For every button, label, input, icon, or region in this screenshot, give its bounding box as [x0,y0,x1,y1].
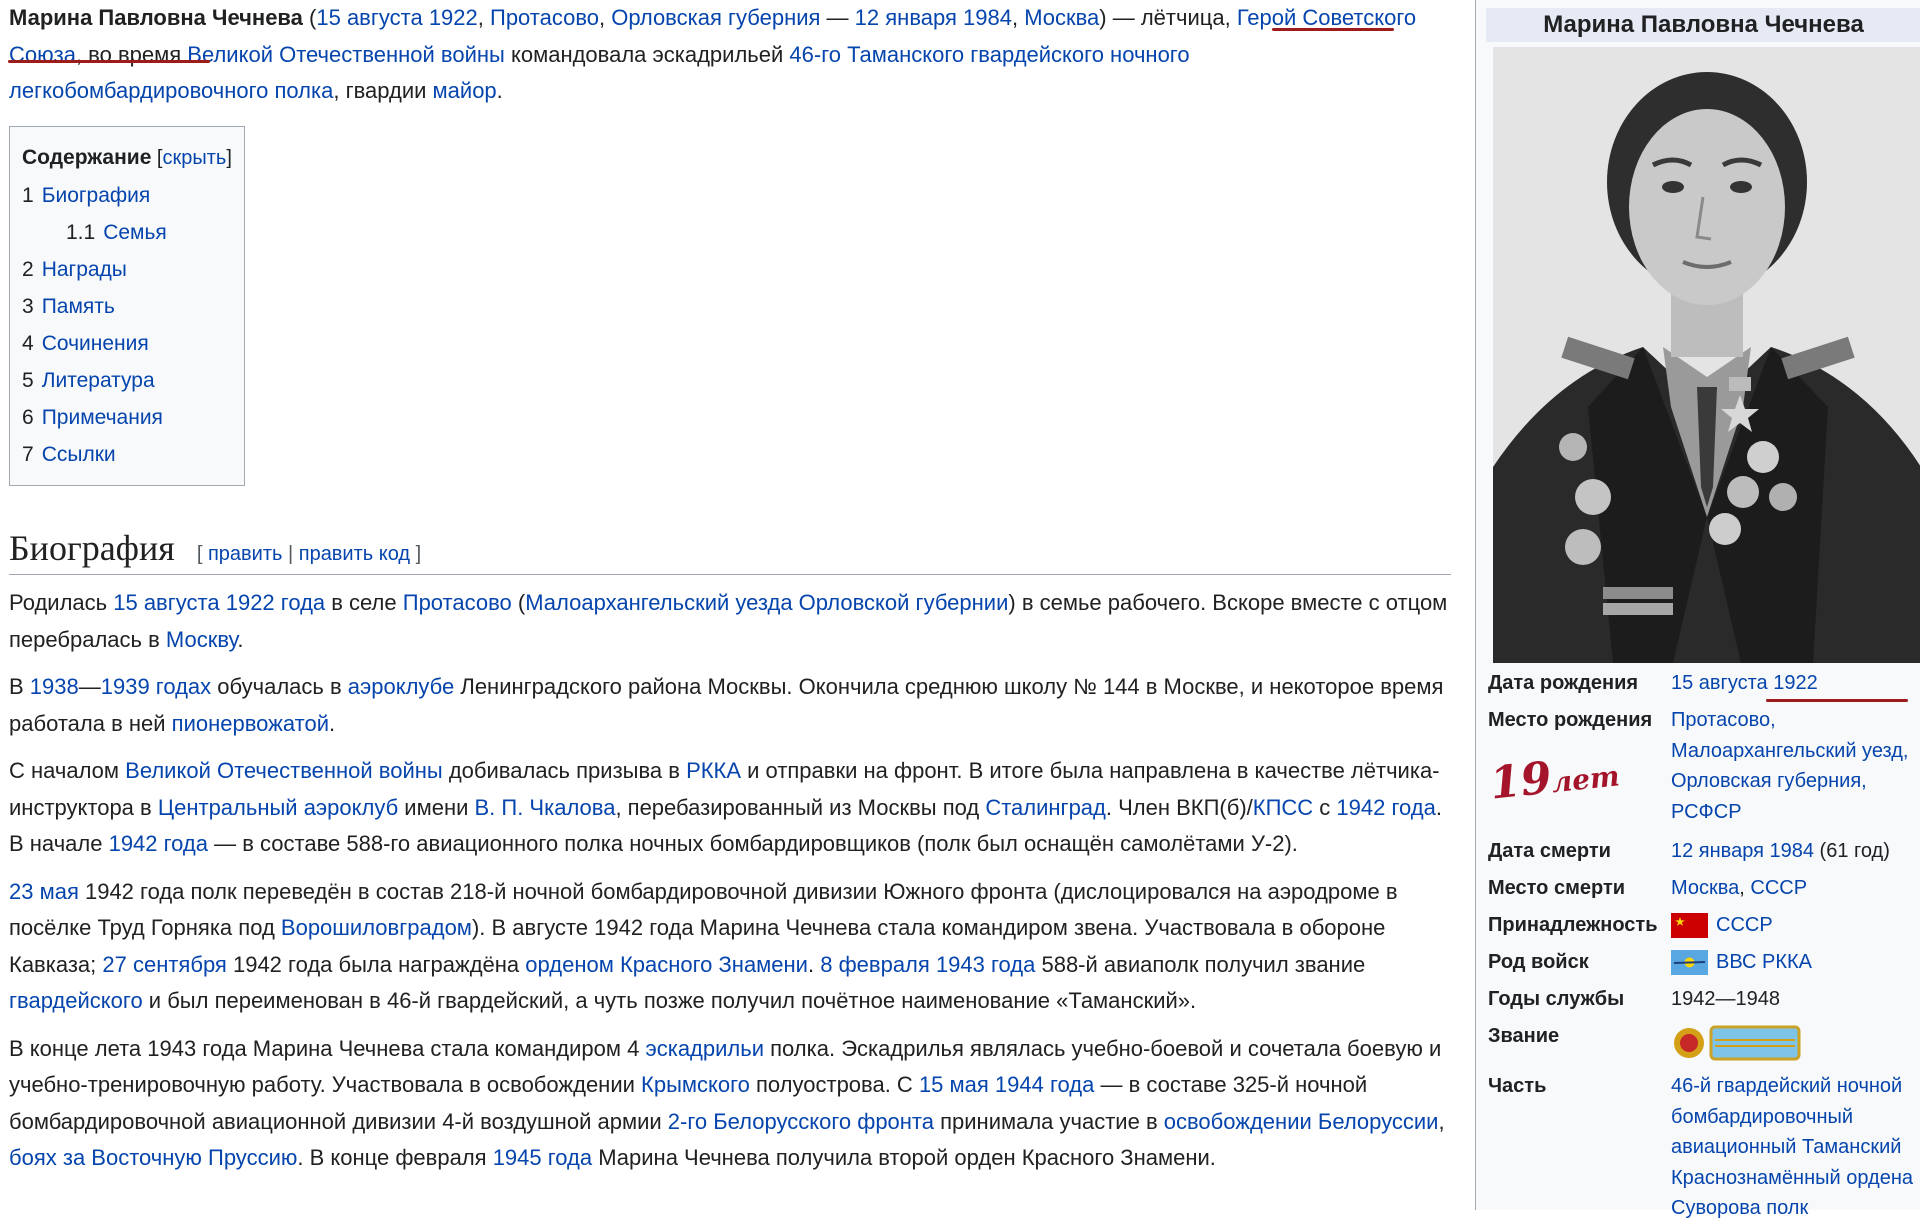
infobox-row-rank: Звание [1488,1021,1918,1075]
edit-link[interactable]: править [208,543,282,565]
portrait-photo [1493,47,1920,663]
link-governorate[interactable]: Орловская губерния [611,5,820,30]
edit-source-link[interactable]: править код [299,543,410,565]
annotation-underline-hero-2 [8,60,210,63]
infobox-row-branch: Род войск ВВС РККА [1488,947,1918,978]
toc-item[interactable]: 3 Память [22,288,232,325]
paragraph: Родилась 15 августа 1922 года в селе Про… [9,590,1448,652]
annotation-underline-birth-year [1766,699,1908,702]
toc-item[interactable]: 7 Ссылки [22,436,232,473]
infobox-row-unit: Часть 46-й гвардейский ночной бомбардиро… [1488,1075,1913,1219]
article-body: Марина Павловна Чечнева (15 августа 1922… [9,0,1451,1188]
section-title: Биография [9,527,175,568]
link-great-patriotic-war[interactable]: Великой Отечественной войны [187,42,505,67]
infobox-row-allegiance: Принадлежность СССР [1488,910,1918,941]
annotation-underline-hero-1 [1272,28,1394,31]
section-header-biography: Биография [ править | править код ] [9,526,1451,575]
lead-paragraph: Марина Павловна Чечнева (15 августа 1922… [9,5,1417,103]
ussr-flag-icon [1671,913,1708,939]
toc-item[interactable]: 6 Примечания [22,399,232,436]
link-death-date[interactable]: 12 января 1984 [855,5,1012,30]
toc-item[interactable]: 4 Сочинения [22,325,232,362]
toc-item[interactable]: 1 Биография [22,177,232,214]
toc-item[interactable]: 2 Награды [22,251,232,288]
paragraph: 23 мая 1942 года полк переведён в состав… [9,878,1398,1014]
infobox-row-death-date: Дата смерти 12 января 1984 (61 год) [1488,840,1890,862]
paragraph: В 1938—1939 годах обучалась в аэроклубе … [9,674,1444,736]
link-major[interactable]: майор [433,78,497,103]
toc-item[interactable]: 1.1 Семья [22,214,232,251]
table-of-contents: Содержание [скрыть] 1 Биография 1.1 Семья … [9,125,245,486]
link-birth-date[interactable]: 15 августа 1922 [316,5,477,30]
infobox-row-service-years: Годы службы 1942—1948 [1488,988,1780,1010]
subject-name: Марина Павловна Чечнева [9,5,303,30]
paragraph: С началом Великой Отечественной войны до… [9,758,1442,856]
air-force-flag-icon [1671,950,1708,976]
toc-list: 1 Биография 1.1 Семья 2 Награды 3 Память 4 Со… [22,177,232,473]
link-death-place[interactable]: Москва [1024,5,1099,30]
portrait-image [1493,47,1920,663]
link-birth-place[interactable]: Протасово [490,5,599,30]
infobox: Марина Павловна Чечнева Дата рождения 15… [1475,0,1920,1219]
infobox-row-death-place: Место смерти Москва, СССР [1488,877,1808,899]
edit-links: [ править | править код ] [196,542,422,565]
toc-hide-toggle[interactable]: скрыть [163,147,227,169]
toc-item[interactable]: 5 Литература [22,362,232,399]
toc-header: Содержание [скрыть] [22,145,232,169]
rank-insignia-icon [1674,1025,1801,1061]
paragraph: В конце лета 1943 года Марина Чечнева ст… [9,1035,1445,1171]
infobox-title: Марина Павловна Чечнева [1486,8,1920,42]
toc-title: Содержание [22,145,152,169]
infobox-row-birth-date: Дата рождения 15 августа 1922 [1488,672,1818,694]
